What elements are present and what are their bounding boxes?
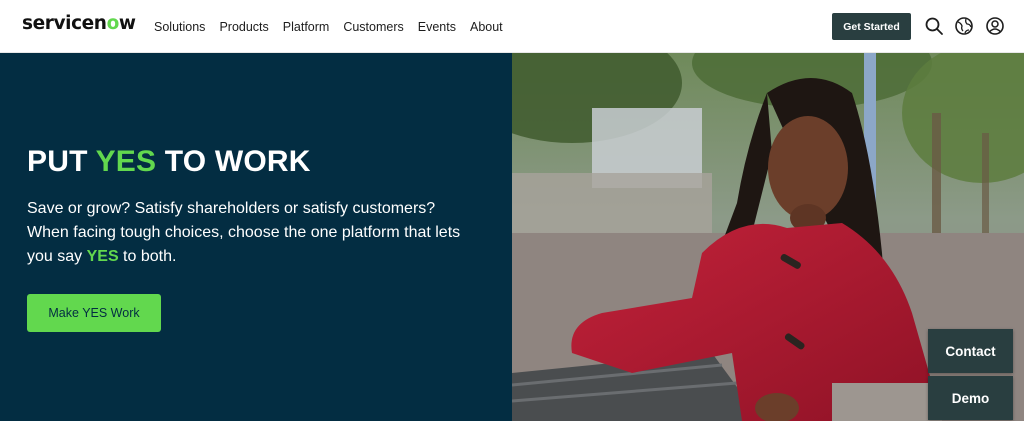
hero-title: PUT YES TO WORK xyxy=(27,145,311,179)
hero-title-accent: YES xyxy=(95,145,157,178)
nav-item-about[interactable]: About xyxy=(470,20,503,34)
make-yes-work-button[interactable]: Make YES Work xyxy=(27,294,161,332)
nav-item-events[interactable]: Events xyxy=(418,20,456,34)
servicenow-logo[interactable]: servicen o w xyxy=(22,13,136,34)
nav-item-customers[interactable]: Customers xyxy=(343,20,403,34)
nav-item-platform[interactable]: Platform xyxy=(283,20,330,34)
get-started-button[interactable]: Get Started xyxy=(832,13,911,40)
hero-title-part2: TO WORK xyxy=(156,145,311,178)
hero-body-line3-pre: you say xyxy=(27,248,87,265)
logo-text-suffix: w xyxy=(118,13,136,34)
hero-body-line1: Save or grow? Satisfy shareholders or sa… xyxy=(27,200,436,217)
demo-button[interactable]: Demo xyxy=(928,376,1013,420)
hero-title-part1: PUT xyxy=(27,145,96,178)
hero-body-line3-post: to both. xyxy=(118,248,177,265)
user-icon[interactable] xyxy=(985,16,1005,36)
nav-item-products[interactable]: Products xyxy=(219,20,268,34)
hero-body-line2: When facing tough choices, choose the on… xyxy=(27,224,461,241)
hero-text-panel: PUT YES TO WORK Save or grow? Satisfy sh… xyxy=(0,53,512,421)
hero-body: Save or grow? Satisfy shareholders or sa… xyxy=(27,197,497,269)
site-header: servicen o w Solutions Products Platform C… xyxy=(0,0,1024,53)
search-icon[interactable] xyxy=(924,16,944,36)
logo-text-prefix: servicen xyxy=(22,13,107,34)
page-bottom-strip xyxy=(0,421,1024,431)
logo-o-mark: o xyxy=(106,13,120,34)
contact-button[interactable]: Contact xyxy=(928,329,1013,373)
nav-item-solutions[interactable]: Solutions xyxy=(154,20,205,34)
hero-body-accent: YES xyxy=(86,248,119,265)
main-nav: Solutions Products Platform Customers Ev… xyxy=(154,0,517,53)
hero-section: PUT YES TO WORK Save or grow? Satisfy sh… xyxy=(0,53,1024,421)
globe-icon[interactable] xyxy=(954,16,974,36)
